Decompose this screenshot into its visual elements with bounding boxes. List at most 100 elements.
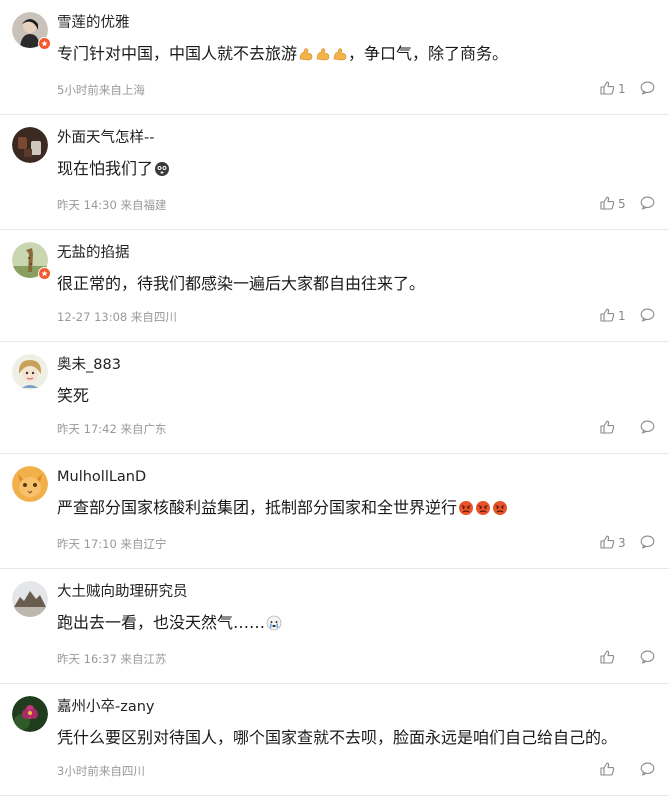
username[interactable]: 雪莲的优雅 <box>57 12 669 34</box>
avatar[interactable] <box>12 466 48 502</box>
like-count: 3 <box>618 536 626 550</box>
angry-emoji <box>475 498 491 524</box>
speech-bubble-icon <box>640 195 655 214</box>
thumbs-up-icon <box>600 80 615 99</box>
avatar[interactable] <box>12 581 48 617</box>
comment-actions: 3 <box>600 533 655 553</box>
meta-row: 3小时前来自四川 <box>57 760 669 795</box>
muscle-emoji <box>332 44 348 70</box>
muscle-emoji <box>298 44 314 70</box>
emoji-group <box>298 44 348 70</box>
thumbs-up-icon <box>600 419 615 438</box>
comment-text-body: 笑死 <box>57 386 90 405</box>
thumbs-up-icon <box>600 307 615 326</box>
like-button[interactable]: 1 <box>600 80 628 99</box>
timestamp-location: 昨天 16:37 来自江苏 <box>57 652 167 666</box>
meta-row: 5小时前来自上海 1 <box>57 79 669 114</box>
timestamp-location: 5小时前来自上海 <box>57 83 145 97</box>
muscle-emoji <box>315 44 331 70</box>
reply-button[interactable] <box>640 80 655 99</box>
avatar[interactable] <box>12 12 51 50</box>
username[interactable]: 大土贼向助理研究员 <box>57 581 669 603</box>
comment-actions <box>600 418 655 438</box>
like-count: 5 <box>618 197 626 211</box>
username[interactable]: 奥未_883 <box>57 354 669 376</box>
username[interactable]: 嘉州小卒-zany <box>57 696 669 718</box>
comment-item: 外面天气怎样-- 现在怕我们了昨天 14:30 来自福建 5 <box>0 115 669 230</box>
speech-bubble-icon <box>640 80 655 99</box>
comment-actions <box>600 648 655 668</box>
like-button[interactable]: 1 <box>600 307 628 326</box>
meta-row: 昨天 17:42 来自广东 <box>57 418 669 453</box>
comment-list: 雪莲的优雅专门针对中国，中国人就不去旅游 ，争口气，除了商务。 5小时前来自上海 1 外… <box>0 0 669 796</box>
comment-text-body: 凭什么要区别对待国人，哪个国家查就不去呗，脸面永远是咱们自己给自己的。 <box>57 728 618 747</box>
like-button[interactable] <box>600 649 628 668</box>
thumbs-up-icon <box>600 195 615 214</box>
comment-text-body: 跑出去一看，也没天然气…… <box>57 613 266 632</box>
comment-item: 雪莲的优雅专门针对中国，中国人就不去旅游 ，争口气，除了商务。 5小时前来自上海 1 <box>0 0 669 115</box>
comment-item: 嘉州小卒-zany 凭什么要区别对待国人，哪个国家查就不去呗，脸面永远是咱们自己给… <box>0 684 669 796</box>
avatar[interactable] <box>12 242 51 280</box>
avatar[interactable] <box>12 354 48 390</box>
thumbs-up-icon <box>600 649 615 668</box>
speech-bubble-icon <box>640 649 655 668</box>
timestamp-location: 3小时前来自四川 <box>57 764 145 778</box>
verified-badge-icon <box>38 37 51 50</box>
comment-text: 严查部分国家核酸利益集团，抵制部分国家和全世界逆行 <box>57 495 669 524</box>
comment-text: 现在怕我们了 <box>57 156 669 185</box>
speech-bubble-icon <box>640 534 655 553</box>
comment-text-body: 很正常的，待我们都感染一遍后大家都自由往来了。 <box>57 274 426 293</box>
meta-row: 昨天 16:37 来自江苏 <box>57 648 669 683</box>
reply-button[interactable] <box>640 761 655 780</box>
avatar[interactable] <box>12 127 48 163</box>
timestamp-location: 昨天 17:10 来自辽宁 <box>57 537 167 551</box>
comment-actions: 1 <box>600 79 655 99</box>
like-count: 1 <box>618 309 626 323</box>
comment-item: MulhollLanD 严查部分国家核酸利益集团，抵制部分国家和全世界逆行昨天 1… <box>0 454 669 569</box>
emoji-group <box>266 613 282 639</box>
like-button[interactable]: 3 <box>600 534 628 553</box>
like-button[interactable] <box>600 419 628 438</box>
comment-text: 跑出去一看，也没天然气…… <box>57 610 669 639</box>
timestamp-location: 昨天 17:42 来自广东 <box>57 422 167 436</box>
verified-badge-icon <box>38 267 51 280</box>
comment-text: 凭什么要区别对待国人，哪个国家查就不去呗，脸面永远是咱们自己给自己的。 <box>57 725 669 751</box>
comment-actions <box>600 760 655 780</box>
comment-actions: 5 <box>600 194 655 214</box>
timestamp-location: 12-27 13:08 来自四川 <box>57 310 177 324</box>
emoji-group <box>458 498 508 524</box>
comment-text: 很正常的，待我们都感染一遍后大家都自由往来了。 <box>57 271 669 297</box>
username[interactable]: 外面天气怎样-- <box>57 127 669 149</box>
reply-button[interactable] <box>640 649 655 668</box>
comment-actions: 1 <box>600 306 655 326</box>
comment-text-body: 现在怕我们了 <box>57 159 154 178</box>
like-button[interactable] <box>600 761 628 780</box>
comment-item: 无盐的掐据很正常的，待我们都感染一遍后大家都自由往来了。 12-27 13:08 … <box>0 230 669 342</box>
speech-bubble-icon <box>640 761 655 780</box>
crying-emoji <box>266 613 282 639</box>
speech-bubble-icon <box>640 307 655 326</box>
meta-row: 昨天 14:30 来自福建 5 <box>57 194 669 229</box>
comment-text: 笑死 <box>57 383 669 409</box>
scared-emoji <box>154 159 170 185</box>
avatar[interactable] <box>12 696 48 732</box>
thumbs-up-icon <box>600 534 615 553</box>
speech-bubble-icon <box>640 419 655 438</box>
reply-button[interactable] <box>640 195 655 214</box>
thumbs-up-icon <box>600 761 615 780</box>
reply-button[interactable] <box>640 419 655 438</box>
angry-emoji <box>492 498 508 524</box>
username[interactable]: 无盐的掐据 <box>57 242 669 264</box>
meta-row: 昨天 17:10 来自辽宁 3 <box>57 533 669 568</box>
like-count: 1 <box>618 82 626 96</box>
reply-button[interactable] <box>640 534 655 553</box>
timestamp-location: 昨天 14:30 来自福建 <box>57 198 167 212</box>
reply-button[interactable] <box>640 307 655 326</box>
like-button[interactable]: 5 <box>600 195 628 214</box>
comment-text-body: 专门针对中国，中国人就不去旅游 <box>57 44 298 63</box>
comment-text-tail: ，争口气，除了商务。 <box>348 44 509 63</box>
username[interactable]: MulhollLanD <box>57 466 669 488</box>
angry-emoji <box>458 498 474 524</box>
comment-text-body: 严查部分国家核酸利益集团，抵制部分国家和全世界逆行 <box>57 498 458 517</box>
comment-text: 专门针对中国，中国人就不去旅游 ，争口气，除了商务。 <box>57 41 669 70</box>
